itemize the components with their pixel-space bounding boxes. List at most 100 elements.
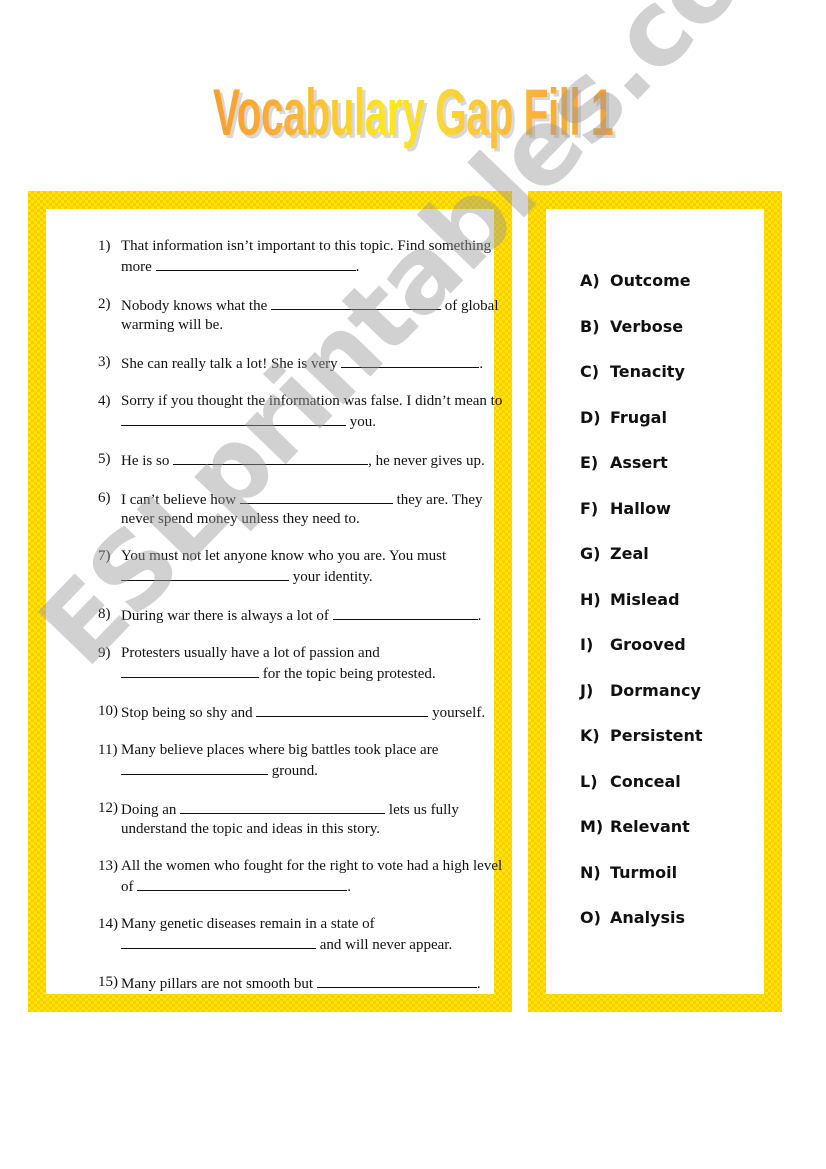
word-letter: H): [580, 589, 601, 609]
question-text: Nobody knows what the of global warming …: [121, 295, 508, 335]
question-item: 11) Many believe places where big battles…: [98, 741, 508, 781]
question-item: 7) You must not let anyone know who you a…: [98, 547, 508, 587]
answer-blank[interactable]: [121, 760, 268, 775]
question-text-part: She can really talk a lot! She is very: [121, 356, 342, 372]
word-bank-item: N) Turmoil: [580, 863, 703, 909]
question-text: Many pillars are not smooth but .: [121, 973, 508, 994]
word-letter: F): [580, 498, 599, 518]
question-number: 11): [98, 742, 118, 758]
question-text: Many believe places where big battles to…: [121, 741, 508, 781]
answers-frame: A) Outcome B) Verbose C) Tenacity D) Frugal E) As…: [528, 191, 782, 1012]
word: Persistent: [610, 726, 703, 745]
question-item: 1) That information isn’t important to th…: [98, 237, 508, 277]
question-text: Protesters usually have a lot of passion…: [121, 644, 508, 684]
question-item: 5) He is so , he never gives up.: [98, 450, 508, 471]
answer-blank[interactable]: [121, 411, 346, 426]
question-text: That information isn’t important to this…: [121, 237, 508, 277]
question-item: 6) I can’t believe how they are. They nev…: [98, 489, 508, 529]
word-bank-item: F) Hallow: [580, 499, 703, 545]
answer-blank[interactable]: [256, 702, 429, 717]
question-text-part: .: [347, 879, 351, 895]
question-number: 14): [98, 916, 118, 932]
answer-blank[interactable]: [316, 973, 477, 988]
question-number: 6): [98, 490, 111, 506]
word-bank-item: M) Relevant: [580, 817, 703, 863]
word-letter: G): [580, 544, 601, 563]
questions-frame: 1) That information isn’t important to th…: [28, 191, 512, 1012]
question-number: 3): [98, 354, 111, 370]
word: Dormancy: [610, 680, 701, 700]
answer-blank[interactable]: [341, 353, 480, 368]
question-text-part: .: [355, 259, 360, 275]
word-bank-item: K) Persistent: [580, 726, 703, 772]
word-letter: A): [580, 271, 600, 290]
question-text-part: .: [479, 356, 484, 372]
word-bank-item: A) Outcome: [580, 271, 703, 317]
word-letter: E): [580, 453, 599, 472]
question-item: 4) Sorry if you thought the information w…: [98, 392, 508, 432]
question-text: She can really talk a lot! She is very .: [121, 353, 508, 374]
word-letter: M): [580, 817, 604, 836]
question-number: 12): [98, 800, 118, 816]
word: Analysis: [610, 908, 686, 927]
question-number: 5): [98, 451, 111, 467]
question-text-part: During war there is always a lot of: [121, 608, 333, 624]
answer-blank[interactable]: [121, 663, 259, 678]
word-bank-item: H) Mislead: [580, 590, 703, 636]
answer-blank[interactable]: [121, 934, 316, 949]
question-number: 9): [98, 645, 111, 661]
word-letter: N): [580, 862, 601, 882]
question-list: 1) That information isn’t important to th…: [98, 237, 508, 1012]
question-number: 1): [98, 238, 111, 254]
word: Verbose: [610, 316, 684, 336]
question-text-part: He is so: [121, 453, 174, 469]
question-text-part: Doing an: [121, 802, 181, 818]
word-letter: B): [580, 316, 600, 336]
question-text: Sorry if you thought the information was…: [121, 392, 508, 432]
question-text: During war there is always a lot of .: [121, 605, 508, 626]
question-text-part: ground.: [268, 763, 318, 779]
question-text-part: You must not let anyone know who you are…: [121, 548, 447, 564]
question-text-part: your identity.: [289, 569, 373, 585]
question-number: 2): [98, 296, 111, 312]
word: Tenacity: [610, 362, 685, 381]
question-text: All the women who fought for the right t…: [121, 857, 508, 897]
question-text: Stop being so shy and yourself.: [121, 702, 508, 723]
page-title: Vocabulary Gap Fill 1: [157, 72, 669, 152]
word: Relevant: [610, 817, 690, 836]
question-text-part: Many pillars are not smooth but: [121, 976, 317, 992]
word-letter: L): [580, 771, 598, 791]
answers-panel: A) Outcome B) Verbose C) Tenacity D) Frugal E) As…: [546, 209, 764, 994]
answer-blank[interactable]: [137, 876, 348, 891]
word-bank-item: C) Tenacity: [580, 362, 703, 408]
question-item: 2) Nobody knows what the of global warmin…: [98, 295, 508, 335]
answer-blank[interactable]: [332, 605, 478, 620]
question-number: 7): [98, 548, 111, 564]
question-text-part: Sorry if you thought the information was…: [121, 393, 503, 409]
question-text: You must not let anyone know who you are…: [121, 547, 508, 587]
question-text-part: Protesters usually have a lot of passion…: [121, 645, 380, 661]
question-text-part: .: [476, 976, 481, 992]
answer-blank[interactable]: [239, 489, 393, 504]
question-text: I can’t believe how they are. They never…: [121, 489, 508, 529]
word: Conceal: [610, 771, 681, 791]
question-item: 3) She can really talk a lot! She is very…: [98, 353, 508, 374]
question-text-part: Many genetic diseases remain in a state …: [121, 916, 375, 932]
word: Grooved: [610, 635, 686, 654]
word: Frugal: [610, 407, 667, 427]
question-text: He is so , he never gives up.: [121, 450, 508, 471]
answer-blank[interactable]: [271, 295, 441, 310]
word: Outcome: [610, 271, 691, 290]
answer-blank[interactable]: [155, 256, 356, 271]
word-letter: D): [580, 407, 601, 427]
word-bank-item: B) Verbose: [580, 317, 703, 363]
question-item: 12) Doing an lets us fully understand the…: [98, 799, 508, 839]
question-text-part: and will never appear.: [316, 937, 453, 953]
answer-blank[interactable]: [180, 799, 386, 814]
word-bank-item: J) Dormancy: [580, 681, 703, 727]
word: Mislead: [610, 589, 680, 609]
answer-blank[interactable]: [121, 566, 289, 581]
question-number: 10): [98, 703, 118, 719]
answer-blank[interactable]: [173, 450, 369, 465]
word: Turmoil: [610, 862, 678, 882]
